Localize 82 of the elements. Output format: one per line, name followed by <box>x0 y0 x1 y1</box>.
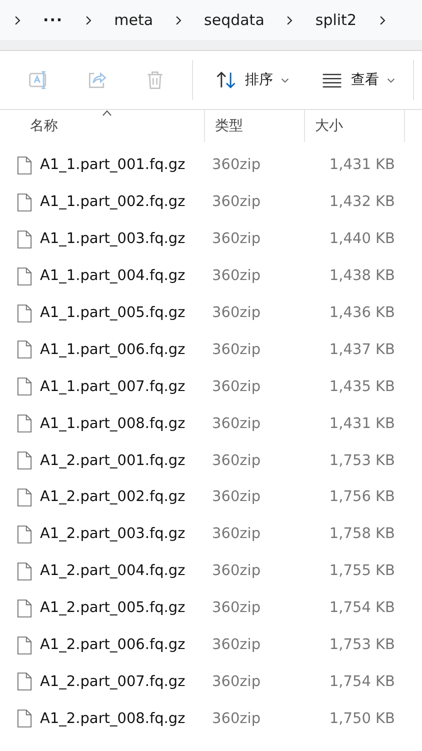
file-name[interactable]: A1_2.part_003.fq.gz <box>40 526 186 542</box>
file-icon <box>17 414 32 434</box>
file-size: 1,758 KB <box>329 526 395 542</box>
file-size: 1,436 KB <box>329 305 395 321</box>
file-type: 360zip <box>212 600 261 616</box>
file-icon <box>17 304 32 322</box>
file-icon <box>17 636 32 655</box>
file-name[interactable]: A1_2.part_004.fq.gz <box>40 563 186 580</box>
file-icon <box>17 672 32 692</box>
file-name[interactable]: A1_1.part_003.fq.gz <box>40 231 186 248</box>
file-type: 360zip <box>212 268 261 284</box>
column-header[interactable]: 类型 <box>205 110 305 142</box>
file-size: 1,756 KB <box>329 489 395 506</box>
file-name[interactable]: A1_2.part_007.fq.gz <box>40 674 186 690</box>
file-icon <box>17 192 32 212</box>
file-size: 1,431 KB <box>329 416 395 432</box>
file-size: 1,435 KB <box>329 378 395 395</box>
file-size: 1,432 KB <box>329 194 395 210</box>
file-name[interactable]: A1_2.part_005.fq.gz <box>40 600 186 616</box>
file-type: 360zip <box>212 378 261 395</box>
file-icon <box>17 156 32 175</box>
caret-icon <box>387 78 395 82</box>
file-name[interactable]: A1_1.part_007.fq.gz <box>40 378 186 395</box>
file-type: 360zip <box>212 489 261 506</box>
file-name[interactable]: A1_1.part_002.fq.gz <box>40 194 186 210</box>
file-icon <box>17 340 32 360</box>
file-size: 1,750 KB <box>329 710 395 727</box>
chevron-icon[interactable] <box>85 14 92 26</box>
breadcrumb-item[interactable]: split2 <box>315 11 356 29</box>
file-icon <box>17 488 32 507</box>
chevron-icon[interactable] <box>286 14 294 26</box>
file-name[interactable]: A1_1.part_001.fq.gz <box>40 157 186 174</box>
file-size: 1,431 KB <box>329 157 395 174</box>
file-type: 360zip <box>212 157 261 174</box>
sort-button[interactable]: 排序 <box>207 60 297 100</box>
file-type: 360zip <box>212 305 261 321</box>
file-name[interactable]: A1_2.part_006.fq.gz <box>40 637 186 654</box>
breadcrumb-item[interactable]: meta <box>114 11 154 29</box>
column-header[interactable]: 大小 <box>305 110 405 142</box>
file-name[interactable]: A1_1.part_004.fq.gz <box>40 268 186 284</box>
file-type: 360zip <box>212 194 261 210</box>
file-size: 1,753 KB <box>329 637 395 654</box>
chevron-icon[interactable] <box>378 14 386 26</box>
file-type: 360zip <box>212 674 261 690</box>
file-name[interactable]: A1_1.part_008.fq.gz <box>40 416 186 432</box>
file-icon <box>17 524 32 544</box>
file-name[interactable]: A1_1.part_005.fq.gz <box>40 305 186 321</box>
file-icon <box>17 377 32 396</box>
caret-icon <box>281 78 289 82</box>
file-size: 1,440 KB <box>329 231 395 248</box>
file-type: 360zip <box>212 231 261 248</box>
file-type: 360zip <box>212 416 261 432</box>
file-icon <box>17 709 32 728</box>
file-icon <box>17 451 32 470</box>
file-icon <box>17 598 32 618</box>
file-type: 360zip <box>212 452 261 469</box>
file-icon <box>17 230 32 249</box>
file-size: 1,755 KB <box>329 563 395 580</box>
file-type: 360zip <box>212 342 261 358</box>
file-type: 360zip <box>212 563 261 580</box>
file-name[interactable]: A1_2.part_001.fq.gz <box>40 452 186 469</box>
file-type: 360zip <box>212 637 261 654</box>
breadcrumb-item[interactable]: seqdata <box>204 11 264 29</box>
file-size: 1,753 KB <box>329 452 395 469</box>
file-size: 1,754 KB <box>329 600 395 616</box>
file-icon <box>17 266 32 286</box>
overflow-button[interactable]: ··· <box>43 11 64 29</box>
file-name[interactable]: A1_2.part_002.fq.gz <box>40 489 186 506</box>
file-name[interactable]: A1_2.part_008.fq.gz <box>40 710 186 727</box>
file-size: 1,754 KB <box>329 674 395 690</box>
file-type: 360zip <box>212 710 261 727</box>
view-button[interactable]: 查看 <box>313 60 403 100</box>
file-name[interactable]: A1_1.part_006.fq.gz <box>40 342 186 358</box>
chevron-icon[interactable] <box>14 14 21 26</box>
column-header[interactable]: 名称 <box>0 110 205 142</box>
sort-icon <box>215 69 237 91</box>
chevron-icon[interactable] <box>175 14 182 26</box>
file-size: 1,437 KB <box>329 342 395 358</box>
sort-ascending-icon <box>102 110 112 116</box>
file-size: 1,438 KB <box>329 268 395 284</box>
file-type: 360zip <box>212 526 261 542</box>
file-icon <box>17 562 32 581</box>
